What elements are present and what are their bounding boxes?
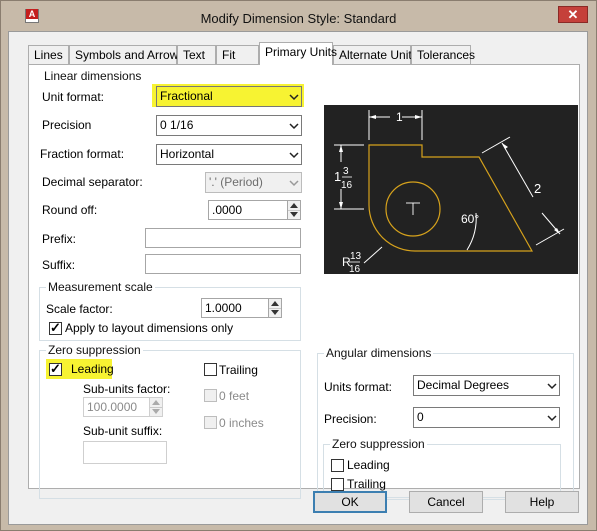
angular-leading-label: Leading [347, 458, 390, 472]
angular-dimensions-legend: Angular dimensions [324, 346, 434, 360]
angular-leading-checkbox[interactable] [331, 459, 344, 472]
spin-up-icon [152, 400, 160, 405]
precision-select[interactable]: 0 1/16 [156, 115, 302, 136]
fraction-format-value: Horizontal [160, 147, 215, 161]
unit-format-value: Fractional [160, 89, 213, 103]
linear-dimensions-legend: Linear dimensions [42, 69, 144, 83]
feet-label: 0 feet [219, 389, 250, 403]
tab-primary-units[interactable]: Primary Units [259, 42, 337, 65]
inches-checkbox[interactable] [204, 416, 217, 429]
chevron-down-icon [289, 180, 299, 187]
dim-radius-num: 13 [350, 251, 362, 262]
dim-top-text: 1 [396, 110, 403, 124]
spin-up-icon [290, 203, 298, 208]
spin-down-icon [290, 212, 298, 217]
dim-left-num: 3 [343, 166, 349, 177]
ok-button[interactable]: OK [313, 491, 387, 513]
tab-tolerances[interactable]: Tolerances [411, 45, 475, 64]
leading-checkbox[interactable] [49, 361, 62, 377]
scale-factor-label: Scale factor: [46, 302, 113, 316]
dimension-preview: 1 1 3 16 2 60° R 13 16 [324, 105, 578, 275]
decimal-separator-select[interactable]: '.' (Period) [205, 172, 302, 193]
chevron-down-icon [289, 94, 299, 101]
dim-right-text: 2 [534, 181, 541, 196]
dialog-window: A Modify Dimension Style: Standard ✕ Lin… [0, 0, 597, 531]
dim-radius-den: 16 [349, 264, 361, 274]
inches-label: 0 inches [219, 416, 264, 430]
spin-down-icon [152, 409, 160, 414]
chevron-down-icon [547, 383, 557, 390]
precision-value: 0 1/16 [160, 118, 194, 132]
unit-format-label: Unit format: [42, 90, 105, 104]
primary-units-panel: Linear dimensions Unit format: Fractiona… [28, 64, 580, 500]
angular-units-format-select[interactable]: Decimal Degrees [413, 375, 560, 396]
angular-trailing-checkbox[interactable] [331, 478, 344, 491]
suffix-label: Suffix: [42, 258, 76, 272]
sub-units-factor-spinner[interactable] [149, 397, 163, 417]
spin-down-button[interactable] [269, 308, 281, 317]
spin-down-button[interactable] [150, 407, 162, 416]
spin-down-button[interactable] [288, 210, 300, 219]
scale-factor-spinner[interactable] [268, 298, 282, 318]
decimal-separator-label: Decimal separator: [42, 175, 143, 189]
feet-checkbox[interactable] [204, 389, 217, 402]
scale-factor-input[interactable]: 1.0000 [201, 298, 269, 318]
dim-angle-text: 60° [461, 212, 479, 226]
measurement-scale-legend: Measurement scale [46, 280, 155, 294]
angular-zero-suppression-legend: Zero suppression [330, 437, 427, 451]
dialog-body: Lines Symbols and Arrows Text Fit Primar… [8, 31, 588, 525]
fraction-format-label: Fraction format: [40, 147, 125, 161]
preview-arrowheads [339, 115, 560, 234]
tab-alternate-units[interactable]: Alternate Units [333, 45, 418, 64]
round-off-spinner[interactable] [287, 200, 301, 220]
angular-units-format-value: Decimal Degrees [417, 378, 510, 392]
angular-precision-select[interactable]: 0 [413, 407, 560, 428]
tab-fit[interactable]: Fit [216, 45, 259, 64]
apply-layout-label: Apply to layout dimensions only [65, 321, 234, 335]
prefix-label: Prefix: [42, 232, 77, 246]
chevron-down-icon [547, 415, 557, 422]
title-bar[interactable]: A Modify Dimension Style: Standard ✕ [1, 1, 596, 31]
angular-precision-value: 0 [417, 410, 424, 424]
precision-label: Precision [42, 118, 92, 132]
trailing-label: Trailing [219, 363, 258, 377]
tab-text[interactable]: Text [177, 45, 216, 64]
chevron-down-icon [289, 152, 299, 159]
preview-part-outline [368, 144, 534, 252]
chevron-down-icon [289, 123, 299, 130]
angular-units-format-label: Units format: [324, 380, 393, 394]
sub-unit-suffix-input[interactable] [83, 441, 167, 464]
spin-up-icon [271, 301, 279, 306]
sub-units-factor-label: Sub-units factor: [83, 382, 171, 396]
unit-format-select[interactable]: Fractional [156, 86, 302, 107]
close-button[interactable]: ✕ [558, 6, 588, 23]
zero-suppression-legend: Zero suppression [46, 343, 143, 357]
leading-label: Leading [71, 362, 114, 376]
tab-symbols-and-arrows[interactable]: Symbols and Arrows [69, 45, 184, 64]
decimal-separator-value: '.' (Period) [209, 175, 263, 189]
fraction-format-select[interactable]: Horizontal [156, 144, 302, 165]
cancel-button[interactable]: Cancel [409, 491, 483, 513]
trailing-checkbox[interactable] [204, 363, 217, 376]
angular-precision-label: Precision: [324, 412, 377, 426]
window-title: Modify Dimension Style: Standard [200, 11, 397, 26]
prefix-input[interactable] [145, 228, 301, 248]
dim-left-den: 16 [341, 180, 353, 191]
sub-unit-suffix-label: Sub-unit suffix: [83, 424, 163, 438]
help-button[interactable]: Help [505, 491, 579, 513]
spin-down-icon [271, 310, 279, 315]
sub-units-factor-input[interactable]: 100.0000 [83, 397, 150, 417]
round-off-label: Round off: [42, 203, 98, 217]
round-off-input[interactable]: .0000 [208, 200, 288, 220]
suffix-input[interactable] [145, 254, 301, 274]
tab-lines[interactable]: Lines [28, 45, 69, 64]
angular-trailing-label: Trailing [347, 477, 386, 491]
preview-drawing: 1 1 3 16 2 60° R 13 16 [334, 110, 565, 275]
apply-layout-checkbox[interactable] [49, 320, 62, 336]
